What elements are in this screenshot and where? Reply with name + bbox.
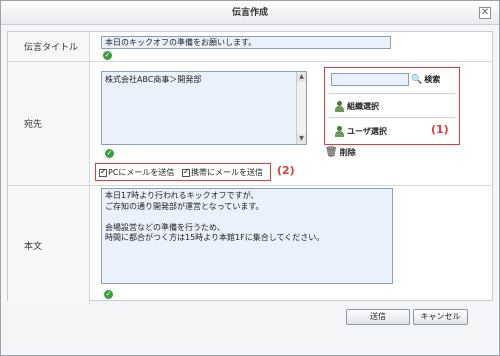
title-row: 伝言タイトル 本日のキックオフの準備をお願いします。 ✓ <box>8 32 492 62</box>
compose-message-dialog: 伝言作成 ✕ 伝言タイトル 本日のキックオフの準備をお願いします。 ✓ 宛先 株… <box>0 0 500 356</box>
recipient-item[interactable]: 株式会社ABC商事＞開発部 <box>105 75 201 84</box>
recipient-label: 宛先 <box>8 62 90 185</box>
panel-divider <box>329 93 455 94</box>
org-person-icon <box>334 101 345 112</box>
send-pc-label: PCにメールを送信 <box>108 168 175 177</box>
body-line: 会場設営などの準備を行うため、 <box>105 222 225 232</box>
panel-divider <box>329 117 455 118</box>
send-pc-checkbox[interactable] <box>99 167 107 177</box>
title-input[interactable]: 本日のキックオフの準備をお願いします。 <box>101 36 391 49</box>
send-mobile-label: 携帯にメールを送信 <box>191 168 263 177</box>
send-pc-option[interactable]: PCにメールを送信 <box>99 167 174 178</box>
body-label: 本文 <box>8 186 90 304</box>
org-select-button[interactable]: 組織選択 <box>334 101 379 112</box>
dialog-title: 伝言作成 <box>1 1 499 25</box>
user-person-icon <box>334 126 345 137</box>
title-valid-check-icon: ✓ <box>103 51 112 60</box>
send-mobile-option[interactable]: 携帯にメールを送信 <box>182 167 263 178</box>
recipient-valid-check-icon: ✓ <box>105 149 114 158</box>
send-mobile-checkbox[interactable] <box>182 167 190 177</box>
email-options: PCにメールを送信 携帯にメールを送信 <box>95 163 271 181</box>
title-label: 伝言タイトル <box>8 32 90 61</box>
trash-icon: 🗑 <box>325 147 338 158</box>
recipient-scrollbar[interactable]: ▲ ▼ <box>296 72 306 144</box>
send-button[interactable]: 送信 <box>346 309 410 325</box>
body-line: 本日17時より行われるキックオフですが、 <box>105 191 259 200</box>
annotation-2: (2) <box>277 164 295 177</box>
body-valid-check-icon: ✓ <box>104 290 113 299</box>
delete-button[interactable]: 🗑 削除 <box>325 147 356 158</box>
search-icon: 🔍 <box>411 74 423 85</box>
org-select-label: 組織選択 <box>347 102 379 111</box>
body-line: ご存知の通り開発部が運営となっています。 <box>105 201 264 211</box>
body-line <box>105 212 389 223</box>
search-button[interactable]: 🔍 検索 <box>411 74 440 85</box>
user-select-label: ユーザ選択 <box>347 127 387 136</box>
search-label: 検索 <box>424 75 441 84</box>
recipient-list[interactable]: 株式会社ABC商事＞開発部 ▲ ▼ <box>101 71 307 145</box>
scroll-down-icon[interactable]: ▼ <box>297 134 306 144</box>
body-line: 時間に都合がつく方は15時より本館1Fに集合してください。 <box>105 233 325 242</box>
scroll-up-icon[interactable]: ▲ <box>297 72 306 82</box>
body-row: 本文 本日17時より行われるキックオフですが、 ご存知の通り開発部が運営となって… <box>8 186 492 304</box>
cancel-button[interactable]: キャンセル <box>413 309 468 325</box>
search-input[interactable] <box>331 73 409 86</box>
body-textarea[interactable]: 本日17時より行われるキックオフですが、 ご存知の通り開発部が運営となっています… <box>101 188 393 284</box>
close-icon[interactable]: ✕ <box>479 7 491 19</box>
delete-label: 削除 <box>339 148 356 157</box>
user-select-button[interactable]: ユーザ選択 <box>334 126 387 137</box>
annotation-1: (1) <box>431 123 449 136</box>
